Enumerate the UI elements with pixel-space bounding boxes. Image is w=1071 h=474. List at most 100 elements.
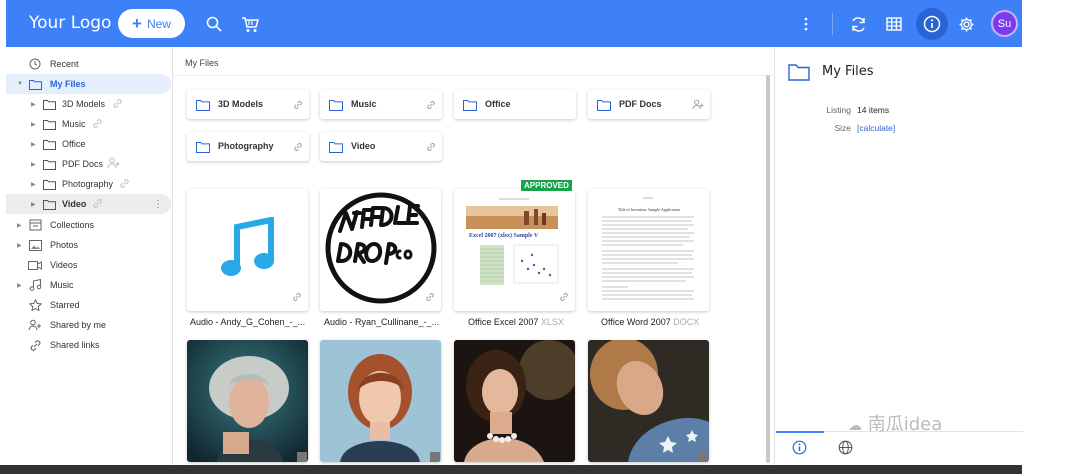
photo-card-3[interactable] bbox=[454, 340, 575, 462]
sidebar-item-my-files[interactable]: ▼ My Files bbox=[6, 74, 171, 94]
file-card-office-word[interactable]: Title of Invention: Sample Application bbox=[588, 189, 709, 311]
sidebar-item-photos[interactable]: ▶ Photos bbox=[6, 235, 171, 255]
file-caption[interactable]: Audio - Ryan_Cullinane_-_... bbox=[324, 317, 439, 327]
details-tab-bar bbox=[775, 431, 1023, 465]
toolbar-divider bbox=[832, 13, 833, 35]
more-vert-icon[interactable]: ⋮ bbox=[153, 199, 163, 210]
sidebar-item-shared-by-me[interactable]: Shared by me bbox=[6, 315, 171, 335]
link-icon bbox=[559, 289, 569, 307]
new-button[interactable]: + New bbox=[118, 9, 185, 38]
sidebar-item-label: Videos bbox=[50, 260, 78, 270]
main-scrollbar[interactable] bbox=[766, 75, 770, 463]
sidebar-item-music[interactable]: ▶ Music bbox=[6, 275, 171, 295]
caret-right-icon[interactable]: ▶ bbox=[31, 201, 36, 208]
app-window: Your Logo + New Su Recent ▼ My Files ▶ 3… bbox=[0, 0, 1071, 474]
caret-right-icon[interactable]: ▶ bbox=[31, 121, 36, 128]
watermark-text: 南瓜idea bbox=[867, 414, 943, 435]
calculate-size-link[interactable]: [calculate] bbox=[857, 123, 895, 133]
globe-icon[interactable] bbox=[838, 440, 853, 460]
folder-icon bbox=[42, 98, 56, 110]
collections-icon bbox=[28, 219, 42, 231]
sidebar-item-music-folder[interactable]: ▶ Music bbox=[6, 114, 171, 134]
folder-name: PDF Docs bbox=[619, 99, 662, 109]
grid-view-icon[interactable] bbox=[884, 14, 904, 34]
folder-card-music[interactable]: Music bbox=[320, 90, 442, 119]
shared-user-icon bbox=[692, 97, 704, 115]
photo-thumbnail bbox=[454, 340, 575, 462]
folder-icon bbox=[42, 158, 56, 170]
caret-right-icon[interactable]: ▶ bbox=[17, 222, 22, 229]
window-bottom-border bbox=[0, 465, 1022, 474]
caret-right-icon[interactable]: ▶ bbox=[17, 282, 22, 289]
folder-name: Photography bbox=[218, 141, 274, 151]
folder-card-office[interactable]: Office bbox=[454, 90, 576, 119]
sidebar-item-label: 3D Models bbox=[62, 99, 106, 109]
folder-icon bbox=[196, 98, 210, 116]
sidebar-item-shared-links[interactable]: Shared links bbox=[6, 335, 171, 355]
folder-name: Office bbox=[485, 99, 511, 109]
folder-icon bbox=[463, 98, 477, 116]
caret-right-icon[interactable]: ▶ bbox=[31, 161, 36, 168]
breadcrumb[interactable]: My Files bbox=[185, 58, 219, 68]
shared-user-icon bbox=[28, 319, 42, 331]
folder-name: Video bbox=[351, 141, 376, 151]
image-icon bbox=[28, 239, 42, 251]
link-icon bbox=[119, 178, 130, 191]
search-icon[interactable] bbox=[204, 14, 224, 34]
caret-right-icon[interactable]: ▶ bbox=[31, 101, 36, 108]
logo[interactable]: Your Logo bbox=[29, 13, 111, 33]
file-caption[interactable]: Audio - Andy_G_Cohen_-_... bbox=[190, 317, 305, 327]
file-name: Office Excel 2007 bbox=[468, 317, 539, 327]
caret-right-icon[interactable]: ▶ bbox=[31, 141, 36, 148]
link-icon bbox=[92, 198, 103, 211]
info-icon[interactable] bbox=[792, 440, 807, 460]
settings-gear-icon[interactable] bbox=[956, 14, 976, 34]
sidebar-item-pdf-docs[interactable]: ▶ PDF Docs bbox=[6, 154, 171, 174]
sidebar-item-starred[interactable]: Starred bbox=[6, 295, 171, 315]
cart-icon[interactable] bbox=[240, 14, 260, 34]
file-caption[interactable]: Office Excel 2007 XLSX bbox=[468, 317, 564, 327]
folder-icon bbox=[42, 198, 56, 210]
sidebar-item-video-folder[interactable]: ▶ Video ⋮ bbox=[6, 194, 171, 214]
approved-badge: APPROVED bbox=[521, 180, 572, 191]
star-icon bbox=[28, 299, 42, 311]
caret-right-icon[interactable]: ▶ bbox=[31, 181, 36, 188]
folder-card-3d-models[interactable]: 3D Models bbox=[187, 90, 309, 119]
refresh-icon[interactable] bbox=[848, 14, 868, 34]
sidebar-item-videos[interactable]: Videos bbox=[6, 255, 171, 275]
main-content: My Files 3D Models Music Office PDF Docs… bbox=[172, 47, 773, 465]
folder-card-video[interactable]: Video bbox=[320, 132, 442, 161]
caret-down-icon[interactable]: ▼ bbox=[17, 81, 23, 87]
file-card-office-excel[interactable]: Excel 2007 (xlsx) Sample V bbox=[454, 189, 575, 311]
photo-card-1[interactable] bbox=[187, 340, 308, 462]
file-card-audio-andy[interactable] bbox=[187, 189, 308, 311]
photo-thumbnail bbox=[320, 340, 441, 462]
folder-icon bbox=[329, 98, 343, 116]
link-icon bbox=[92, 118, 103, 131]
word-preview-thumbnail: Title of Invention: Sample Application bbox=[588, 189, 709, 311]
folder-card-photography[interactable]: Photography bbox=[187, 132, 309, 161]
file-caption[interactable]: Office Word 2007 DOCX bbox=[601, 317, 699, 327]
photo-card-2[interactable] bbox=[320, 340, 441, 462]
user-avatar[interactable]: Su bbox=[991, 10, 1018, 37]
music-note-icon bbox=[220, 216, 274, 284]
listing-label: Listing bbox=[826, 105, 851, 115]
listing-value: 14 items bbox=[857, 105, 890, 115]
file-name: Audio - Andy_G_Cohen_-_... bbox=[190, 317, 306, 327]
sidebar-item-3d-models[interactable]: ▶ 3D Models bbox=[6, 94, 171, 114]
file-name: Office Word 2007 bbox=[601, 317, 671, 327]
sidebar: Recent ▼ My Files ▶ 3D Models ▶ Music ▶ … bbox=[6, 47, 171, 465]
more-vert-icon[interactable] bbox=[796, 14, 816, 34]
caret-right-icon[interactable]: ▶ bbox=[17, 242, 22, 249]
excel-preview-thumbnail: Excel 2007 (xlsx) Sample V bbox=[454, 189, 575, 311]
sidebar-item-label: My Files bbox=[50, 79, 86, 89]
sidebar-item-collections[interactable]: ▶ Collections bbox=[6, 215, 171, 235]
needle-drop-logo bbox=[322, 191, 440, 311]
photo-card-4[interactable] bbox=[588, 340, 709, 462]
sidebar-item-label: Video bbox=[62, 199, 87, 209]
sidebar-item-office[interactable]: ▶ Office bbox=[6, 134, 171, 154]
file-card-audio-ryan[interactable] bbox=[320, 189, 441, 311]
sidebar-item-photography[interactable]: ▶ Photography bbox=[6, 174, 171, 194]
folder-card-pdf-docs[interactable]: PDF Docs bbox=[588, 90, 710, 119]
sidebar-item-recent[interactable]: Recent bbox=[6, 54, 171, 74]
